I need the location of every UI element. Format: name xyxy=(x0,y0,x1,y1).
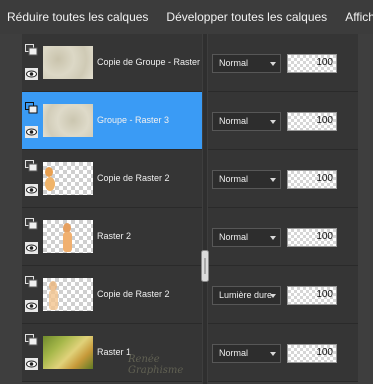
opacity-field[interactable]: 100 xyxy=(287,286,337,305)
blend-mode-dropdown[interactable]: Normal xyxy=(212,112,281,131)
layer-icon[interactable] xyxy=(25,160,38,172)
group-layers-icon[interactable] xyxy=(25,44,38,56)
chevron-down-icon xyxy=(270,62,276,66)
opacity-field[interactable]: 100 xyxy=(287,344,337,363)
layer-name-cell[interactable]: Groupe - Raster 3 xyxy=(22,92,202,150)
layer-properties-cell: Normal 100 xyxy=(208,150,358,208)
layer-properties-cell: Normal 100 xyxy=(208,208,358,266)
layer-icon[interactable] xyxy=(25,276,38,288)
layer-name-cell[interactable]: Copie de Groupe - Raster 3 xyxy=(22,34,202,92)
opacity-value: 100 xyxy=(316,231,333,242)
blend-mode-dropdown[interactable]: Normal xyxy=(212,344,281,363)
blend-mode-dropdown[interactable]: Normal xyxy=(212,54,281,73)
blend-mode-value: Normal xyxy=(219,58,249,68)
eye-icon[interactable] xyxy=(25,184,38,196)
layer-name: Copie de Groupe - Raster 3 xyxy=(97,57,202,67)
blend-mode-value: Lumière dure xyxy=(219,290,273,300)
layer-row[interactable]: Copie de Raster 2 Lumière dure 100 xyxy=(0,266,373,324)
blend-mode-dropdown[interactable]: Normal xyxy=(212,170,281,189)
layer-thumbnail xyxy=(43,278,93,311)
panel-right-edge xyxy=(358,34,373,384)
eye-icon[interactable] xyxy=(25,68,38,80)
blend-mode-dropdown[interactable]: Lumière dure xyxy=(212,286,281,305)
layer-row-selected[interactable]: Groupe - Raster 3 Normal 100 xyxy=(0,92,373,150)
chevron-down-icon xyxy=(270,178,276,182)
layer-thumbnail xyxy=(43,104,93,137)
layer-thumbnail xyxy=(43,336,93,369)
chevron-down-icon xyxy=(270,294,276,298)
layer-row[interactable]: Copie de Raster 2 Normal 100 xyxy=(0,150,373,208)
collapse-all-button[interactable]: Réduire toutes les calques xyxy=(7,10,148,24)
layer-row[interactable]: Copie de Groupe - Raster 3 Normal 100 xyxy=(0,34,373,92)
layer-name-cell[interactable]: Copie de Raster 2 xyxy=(22,266,202,324)
opacity-value: 100 xyxy=(316,57,333,68)
column-divider xyxy=(203,34,207,384)
chevron-down-icon xyxy=(270,120,276,124)
expand-all-button[interactable]: Développer toutes les calques xyxy=(166,10,327,24)
blend-mode-value: Normal xyxy=(219,174,249,184)
opacity-value: 100 xyxy=(316,173,333,184)
layer-thumbnail xyxy=(43,162,93,195)
layer-list: Copie de Groupe - Raster 3 Normal 100 Gr… xyxy=(0,34,373,384)
layer-name-cell[interactable]: Raster 1 xyxy=(22,324,202,382)
opacity-field[interactable]: 100 xyxy=(287,170,337,189)
layer-name: Raster 1 xyxy=(97,347,132,357)
opacity-field[interactable]: 100 xyxy=(287,54,337,73)
layer-properties-cell: Normal 100 xyxy=(208,324,358,382)
eye-icon[interactable] xyxy=(25,300,38,312)
opacity-value: 100 xyxy=(316,347,333,358)
display-button[interactable]: Affich xyxy=(345,10,373,24)
blend-mode-value: Normal xyxy=(219,232,249,242)
blend-mode-value: Normal xyxy=(219,348,249,358)
layer-thumbnail xyxy=(43,220,93,253)
layer-name-cell[interactable]: Raster 2 xyxy=(22,208,202,266)
layer-properties-cell: Lumière dure 100 xyxy=(208,266,358,324)
layer-properties-cell: Normal 100 xyxy=(208,92,358,150)
eye-icon[interactable] xyxy=(25,242,38,254)
layer-thumbnail xyxy=(43,46,93,79)
opacity-field[interactable]: 100 xyxy=(287,228,337,247)
layer-name: Copie de Raster 2 xyxy=(97,289,170,299)
eye-icon[interactable] xyxy=(25,358,38,370)
opacity-field[interactable]: 100 xyxy=(287,112,337,131)
panel-splitter-handle[interactable] xyxy=(201,250,209,282)
layer-properties-cell: Normal 100 xyxy=(208,34,358,92)
layers-toolbar: Réduire toutes les calques Développer to… xyxy=(0,0,373,34)
layer-name: Copie de Raster 2 xyxy=(97,173,170,183)
layer-name: Raster 2 xyxy=(97,231,132,241)
layer-icon[interactable] xyxy=(25,334,38,346)
opacity-value: 100 xyxy=(316,115,333,126)
layer-name-cell[interactable]: Copie de Raster 2 xyxy=(22,150,202,208)
layer-name: Groupe - Raster 3 xyxy=(97,115,170,125)
opacity-value: 100 xyxy=(316,289,333,300)
layer-icon[interactable] xyxy=(25,218,38,230)
blend-mode-value: Normal xyxy=(219,116,249,126)
layer-row[interactable]: Raster 1 Normal 100 xyxy=(0,324,373,382)
blend-mode-dropdown[interactable]: Normal xyxy=(212,228,281,247)
group-layers-icon[interactable] xyxy=(25,102,38,114)
layer-row[interactable]: Raster 2 Normal 100 xyxy=(0,208,373,266)
eye-icon[interactable] xyxy=(25,126,38,138)
chevron-down-icon xyxy=(270,352,276,356)
chevron-down-icon xyxy=(270,236,276,240)
